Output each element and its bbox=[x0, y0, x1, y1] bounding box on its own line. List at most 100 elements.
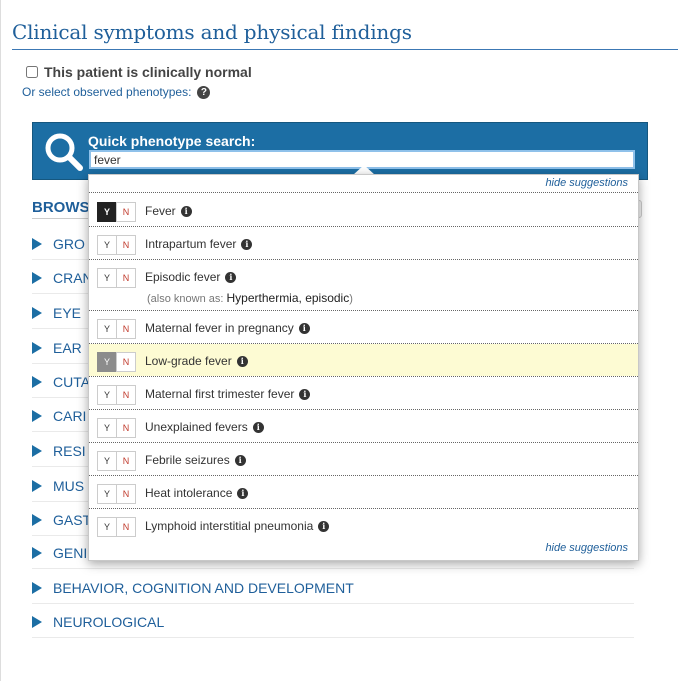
category-label: EAR bbox=[53, 340, 82, 356]
suggestion-item[interactable]: Y N Fever i bbox=[89, 194, 638, 226]
category-behavior[interactable]: BEHAVIOR, COGNITION AND DEVELOPMENT bbox=[32, 580, 354, 596]
hide-suggestions-link-top[interactable]: hide suggestions bbox=[545, 177, 628, 189]
no-button[interactable]: N bbox=[116, 385, 136, 405]
no-button[interactable]: N bbox=[116, 517, 136, 537]
category-cutaneous[interactable]: CUTA bbox=[32, 374, 90, 390]
expand-triangle-icon bbox=[32, 376, 42, 388]
no-button[interactable]: N bbox=[116, 202, 136, 222]
suggestion-label: Febrile seizures bbox=[145, 453, 230, 467]
category-divider bbox=[32, 603, 634, 604]
hide-suggestions-link-bottom[interactable]: hide suggestions bbox=[545, 542, 628, 554]
info-icon[interactable]: i bbox=[225, 271, 237, 283]
expand-triangle-icon bbox=[32, 445, 42, 457]
expand-triangle-icon bbox=[32, 514, 42, 526]
yes-button[interactable]: Y bbox=[97, 484, 117, 504]
help-icon[interactable]: ? bbox=[197, 85, 211, 99]
quick-search-panel: Quick phenotype search: bbox=[32, 122, 648, 180]
category-ear[interactable]: EAR bbox=[32, 340, 82, 356]
category-label: CARI bbox=[53, 408, 87, 424]
suggestion-item[interactable]: Y N Maternal fever in pregnancy i bbox=[89, 311, 638, 343]
no-button[interactable]: N bbox=[116, 484, 136, 504]
also-known-as: (also known as: Hyperthermia, episodic) bbox=[147, 291, 353, 305]
yes-button[interactable]: Y bbox=[97, 235, 117, 255]
suggestion-item[interactable]: Y N Heat intolerance i bbox=[89, 476, 638, 508]
browse-heading: BROWS bbox=[32, 199, 90, 216]
category-cardiac[interactable]: CARI bbox=[32, 408, 86, 424]
no-button[interactable]: N bbox=[116, 268, 136, 288]
info-icon[interactable]: i bbox=[236, 355, 248, 367]
yes-no-toggle: Y N bbox=[97, 202, 136, 222]
clinically-normal-label: This patient is clinically normal bbox=[44, 64, 252, 80]
suggestion-label-row: Low-grade fever i bbox=[145, 354, 248, 368]
suggestion-label-row: Maternal first trimester fever i bbox=[145, 387, 311, 401]
category-respiratory[interactable]: RESI bbox=[32, 443, 86, 459]
suggestion-label-row: Lymphoid interstitial pneumonia i bbox=[145, 519, 330, 533]
category-growth[interactable]: GRO bbox=[32, 236, 85, 252]
suggestion-label: Fever bbox=[145, 204, 176, 218]
suggestion-item[interactable]: Y N Intrapartum fever i bbox=[89, 227, 638, 259]
no-button[interactable]: N bbox=[116, 352, 136, 372]
section-header: Clinical symptoms and physical findings bbox=[12, 20, 678, 50]
suggestions-dropdown: hide suggestions Y N Fever i Y N Intrapar… bbox=[88, 174, 639, 561]
yes-button[interactable]: Y bbox=[97, 268, 117, 288]
clinically-normal-checkbox[interactable] bbox=[26, 66, 38, 78]
yes-no-toggle: Y N bbox=[97, 418, 136, 438]
info-icon[interactable]: i bbox=[252, 421, 264, 433]
category-cranium[interactable]: CRAN bbox=[32, 270, 93, 286]
left-border bbox=[0, 0, 1, 681]
expand-triangle-icon bbox=[32, 307, 42, 319]
info-icon[interactable]: i bbox=[299, 388, 311, 400]
yes-button[interactable]: Y bbox=[97, 418, 117, 438]
suggestion-item-highlighted[interactable]: Y N Low-grade fever i bbox=[89, 344, 638, 376]
expand-triangle-icon bbox=[32, 272, 42, 284]
info-icon[interactable]: i bbox=[298, 322, 310, 334]
category-label: GAST bbox=[53, 512, 92, 528]
yes-button[interactable]: Y bbox=[97, 385, 117, 405]
suggestion-item[interactable]: Y N Febrile seizures i bbox=[89, 443, 638, 475]
suggestion-item[interactable]: Y N Lymphoid interstitial pneumonia i bbox=[89, 509, 638, 541]
no-button[interactable]: N bbox=[116, 451, 136, 471]
info-icon[interactable]: i bbox=[234, 454, 246, 466]
category-label: CUTA bbox=[53, 374, 91, 390]
category-divider bbox=[32, 637, 634, 638]
category-label: RESI bbox=[53, 443, 86, 459]
clinically-normal-row[interactable]: This patient is clinically normal bbox=[26, 64, 252, 80]
info-icon[interactable]: i bbox=[241, 238, 253, 250]
aka-suffix: ) bbox=[349, 293, 353, 305]
or-select-row: Or select observed phenotypes: ? bbox=[22, 85, 211, 99]
yes-button[interactable]: Y bbox=[97, 517, 117, 537]
no-button[interactable]: N bbox=[116, 418, 136, 438]
suggestion-item[interactable]: Y N Maternal first trimester fever i bbox=[89, 377, 638, 409]
yes-button[interactable]: Y bbox=[97, 451, 117, 471]
yes-button[interactable]: Y bbox=[97, 319, 117, 339]
aka-prefix: (also known as: bbox=[147, 293, 224, 305]
category-label: EYE bbox=[53, 305, 82, 321]
suggestion-label-row: Fever i bbox=[145, 204, 192, 218]
yes-button[interactable]: Y bbox=[97, 202, 117, 222]
expand-triangle-icon bbox=[32, 410, 42, 422]
category-eye[interactable]: EYE bbox=[32, 305, 81, 321]
yes-no-toggle: Y N bbox=[97, 484, 136, 504]
suggestion-label: Heat intolerance bbox=[145, 486, 233, 500]
suggestion-label: Maternal first trimester fever bbox=[145, 387, 295, 401]
info-icon[interactable]: i bbox=[237, 487, 249, 499]
category-musculoskeletal[interactable]: MUS bbox=[32, 478, 84, 494]
yes-no-toggle: Y N bbox=[97, 235, 136, 255]
suggestion-label-row: Unexplained fevers i bbox=[145, 420, 264, 434]
yes-button[interactable]: Y bbox=[97, 352, 117, 372]
no-button[interactable]: N bbox=[116, 235, 136, 255]
suggestion-divider bbox=[89, 192, 638, 193]
info-icon[interactable]: i bbox=[180, 205, 192, 217]
suggestion-label: Lymphoid interstitial pneumonia bbox=[145, 519, 314, 533]
info-icon[interactable]: i bbox=[318, 520, 330, 532]
category-gastrointestinal[interactable]: GAST bbox=[32, 512, 91, 528]
category-neurological[interactable]: NEUROLOGICAL bbox=[32, 614, 164, 630]
category-label: MUS bbox=[53, 478, 85, 494]
category-divider bbox=[32, 568, 634, 569]
suggestion-item[interactable]: Y N Unexplained fevers i bbox=[89, 410, 638, 442]
suggestion-item[interactable]: Y N Episodic fever i (also known as: Hype… bbox=[89, 260, 638, 310]
quick-search-label: Quick phenotype search: bbox=[88, 133, 256, 149]
no-button[interactable]: N bbox=[116, 319, 136, 339]
expand-triangle-icon bbox=[32, 582, 42, 594]
category-genitourinary[interactable]: GENI bbox=[32, 545, 87, 561]
